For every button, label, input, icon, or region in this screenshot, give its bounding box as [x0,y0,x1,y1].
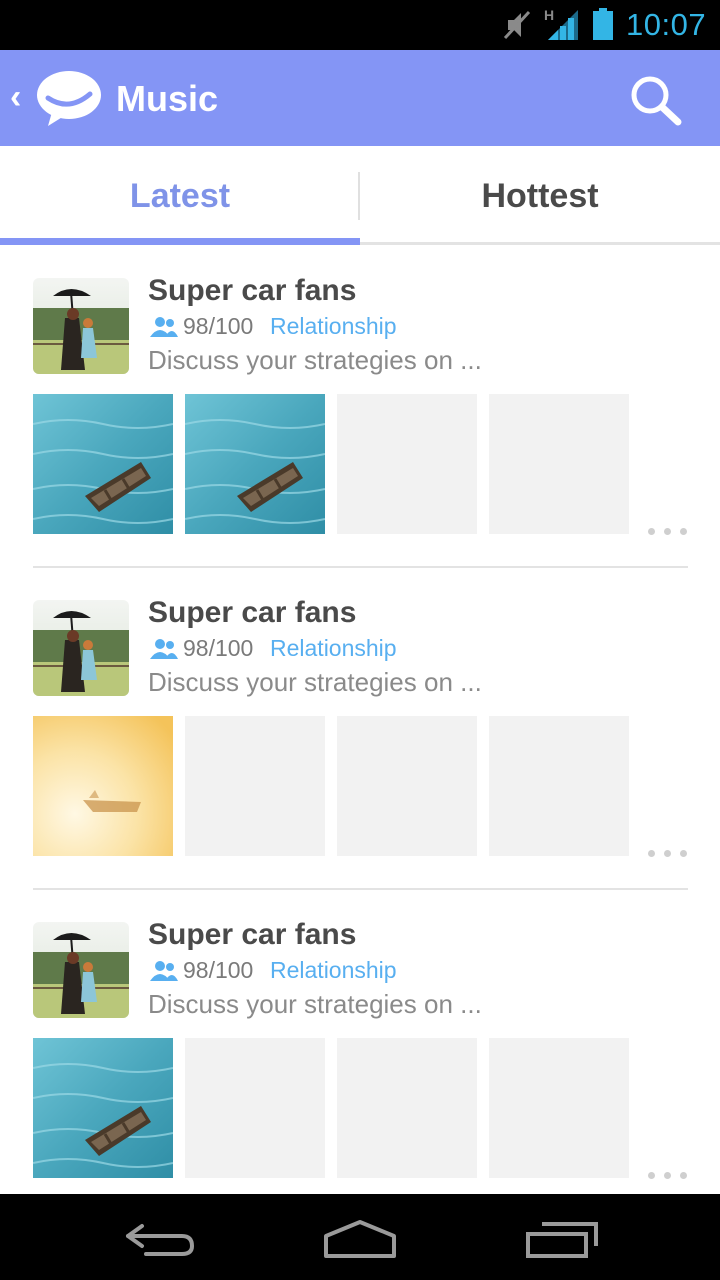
group-avatar[interactable] [33,922,129,1018]
member-count: 98/100 [183,957,254,983]
group-name[interactable]: Super car fans [148,918,356,952]
status-time: 10:07 [626,7,707,42]
group-avatar[interactable] [33,278,129,374]
group-name[interactable]: Super car fans [148,274,356,308]
members-icon [150,317,178,337]
back-icon[interactable] [120,1216,200,1260]
system-nav-bar [0,1194,720,1280]
battery-icon [593,8,613,40]
app-bar: ‹ Music [0,50,720,146]
group-description: Discuss your strategies on ... [148,667,482,697]
empty-thumbnail [337,716,477,856]
empty-thumbnail [489,716,629,856]
group-description: Discuss your strategies on ... [148,345,482,375]
group-description: Discuss your strategies on ... [148,989,482,1019]
photo-thumbnail[interactable] [185,394,325,534]
group-card[interactable]: Super car fans 98/100 Relationship Discu… [0,246,720,568]
more-icon[interactable] [646,526,690,538]
empty-thumbnail [489,1038,629,1178]
group-card[interactable]: Super car fans 98/100 Relationship Discu… [0,568,720,890]
search-icon[interactable] [626,72,686,128]
group-category[interactable]: Relationship [270,957,397,984]
back-chevron-icon[interactable]: ‹ [10,80,21,114]
tab-baseline [360,242,720,245]
empty-thumbnail [337,1038,477,1178]
group-list[interactable]: Super car fans 98/100 Relationship Discu… [0,246,720,1194]
tab-latest[interactable]: Latest [0,146,360,242]
selected-tab-indicator [0,238,360,245]
tab-bar: Latest Hottest [0,146,720,246]
photo-thumbnail[interactable] [33,394,173,534]
member-count: 98/100 [183,635,254,661]
group-name[interactable]: Super car fans [148,596,356,630]
group-category[interactable]: Relationship [270,635,397,662]
more-icon[interactable] [646,1170,690,1182]
page-title: Music [116,78,219,119]
empty-thumbnail [489,394,629,534]
more-icon[interactable] [646,848,690,860]
empty-thumbnail [185,1038,325,1178]
recent-apps-icon[interactable] [520,1216,600,1260]
group-avatar[interactable] [33,600,129,696]
home-icon[interactable] [320,1216,400,1260]
network-type-label: H [544,7,554,23]
group-category[interactable]: Relationship [270,313,397,340]
members-icon [150,639,178,659]
status-bar: H 10:07 [0,0,720,50]
member-count: 98/100 [183,313,254,339]
empty-thumbnail [337,394,477,534]
mute-icon [503,10,531,40]
photo-thumbnail[interactable] [33,1038,173,1178]
chat-bubble-logo-icon[interactable] [34,68,104,128]
group-card[interactable]: Super car fans 98/100 Relationship Discu… [0,890,720,1194]
members-icon [150,961,178,981]
tab-hottest[interactable]: Hottest [360,146,720,242]
signal-icon: H [544,7,578,40]
empty-thumbnail [185,716,325,856]
photo-thumbnail[interactable] [33,716,173,856]
